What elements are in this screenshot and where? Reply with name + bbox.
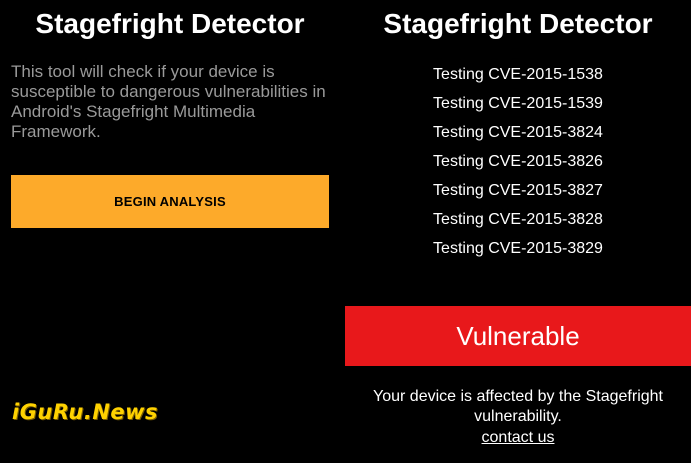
cve-test-item: Testing CVE-2015-3824 [433,124,603,141]
cve-test-item: Testing CVE-2015-3829 [433,240,603,257]
contact-link-container: contact us [345,428,691,448]
cve-test-item: Testing CVE-2015-3827 [433,182,603,199]
contact-us-link[interactable]: contact us [482,429,555,446]
tool-description: This tool will check if your device is s… [11,62,326,141]
cve-test-item: Testing CVE-2015-3828 [433,211,603,228]
app-title: Stagefright Detector [35,8,305,39]
detector-results-screen: Stagefright Detector Testing CVE-2015-15… [345,0,691,463]
cve-test-item: Testing CVE-2015-3826 [433,153,603,170]
watermark-logo: iGuRu.News [12,400,159,424]
cve-test-list: Testing CVE-2015-1538 Testing CVE-2015-1… [345,60,691,263]
result-message: Your device is affected by the Stagefrig… [373,388,663,425]
app-title: Stagefright Detector [383,8,653,39]
vulnerable-status-banner: Vulnerable [345,306,691,366]
detector-start-screen: Stagefright Detector This tool will chec… [0,0,340,463]
begin-analysis-button[interactable]: BEGIN ANALYSIS [11,175,329,228]
cve-test-item: Testing CVE-2015-1538 [433,66,603,83]
cve-test-item: Testing CVE-2015-1539 [433,95,603,112]
